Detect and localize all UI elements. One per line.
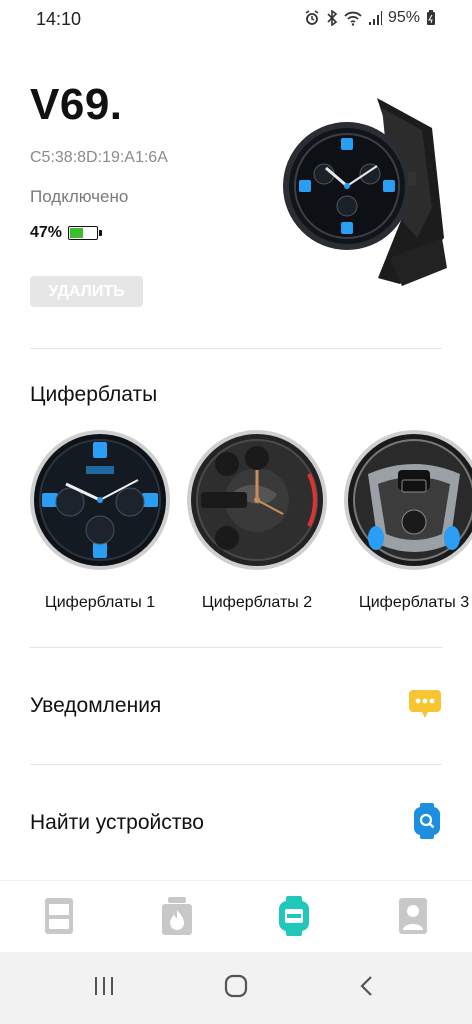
device-battery-icon (68, 226, 103, 240)
device-name: V69. (30, 80, 123, 129)
recents-icon (92, 974, 116, 1003)
connection-status: Подключено (30, 187, 129, 206)
watchface-label-2: Циферблаты 2 (201, 594, 313, 611)
dashboard-icon (43, 896, 75, 941)
watchface-item-1[interactable]: Циферблаты 1 (30, 430, 170, 612)
watchfaces-title: Циферблаты (30, 383, 158, 406)
tab-profile[interactable] (393, 897, 433, 939)
divider (30, 764, 442, 765)
tab-fitness[interactable] (157, 896, 197, 941)
back-icon (356, 974, 380, 1003)
status-time: 14:10 (36, 9, 82, 29)
device-battery-text: 47% (30, 224, 63, 241)
divider (30, 647, 442, 648)
device-battery: 47% (30, 224, 103, 242)
watchface-item-3[interactable]: Циферблаты 3 (344, 430, 472, 612)
back-button[interactable] (348, 972, 388, 1004)
watchface-thumbnail-3 (344, 430, 472, 570)
watchface-label-1: Циферблаты 1 (44, 594, 156, 611)
fitness-icon (160, 896, 194, 941)
wifi-icon (344, 10, 362, 26)
device-mac: C5:38:8D:19:A1:6A (30, 149, 168, 166)
device-battery-fill (70, 228, 84, 238)
home-icon (224, 974, 248, 1003)
system-nav-bar (0, 952, 472, 1024)
battery-percent: 95% (387, 9, 420, 26)
watch-product-image (282, 88, 454, 288)
find-device-row[interactable]: Найти устройство (30, 793, 442, 853)
watchface-thumbnail-1 (30, 430, 170, 570)
watch-icon (277, 895, 311, 942)
watchface-item-2[interactable]: Циферблаты 2 (187, 430, 327, 612)
watchfaces-carousel[interactable]: Циферблаты 1 Циферблаты 2 Циферблаты 3 (0, 430, 472, 620)
notifications-label: Уведомления (30, 694, 162, 717)
watchface-label-3: Циферблаты 3 (358, 594, 470, 611)
watchface-thumbnail-2 (187, 430, 327, 570)
status-bar: 14:10 95% (0, 0, 472, 40)
home-button[interactable] (216, 972, 256, 1004)
tab-watch[interactable] (274, 895, 314, 942)
remove-device-button[interactable]: УДАЛИТЬ (30, 276, 143, 307)
battery-icon (426, 10, 436, 26)
recents-button[interactable] (84, 972, 124, 1004)
search-watch-icon (412, 802, 442, 845)
profile-icon (397, 896, 429, 941)
bluetooth-icon (326, 10, 338, 26)
signal-icon (368, 10, 382, 26)
chat-bubble-icon (408, 687, 442, 726)
alarm-icon (304, 10, 320, 26)
find-device-label: Найти устройство (30, 811, 204, 834)
tab-dashboard[interactable] (39, 897, 79, 939)
notifications-row[interactable]: Уведомления (30, 676, 442, 736)
divider (30, 348, 442, 349)
status-icons: 95% (304, 9, 436, 27)
bottom-tab-bar (0, 880, 472, 953)
